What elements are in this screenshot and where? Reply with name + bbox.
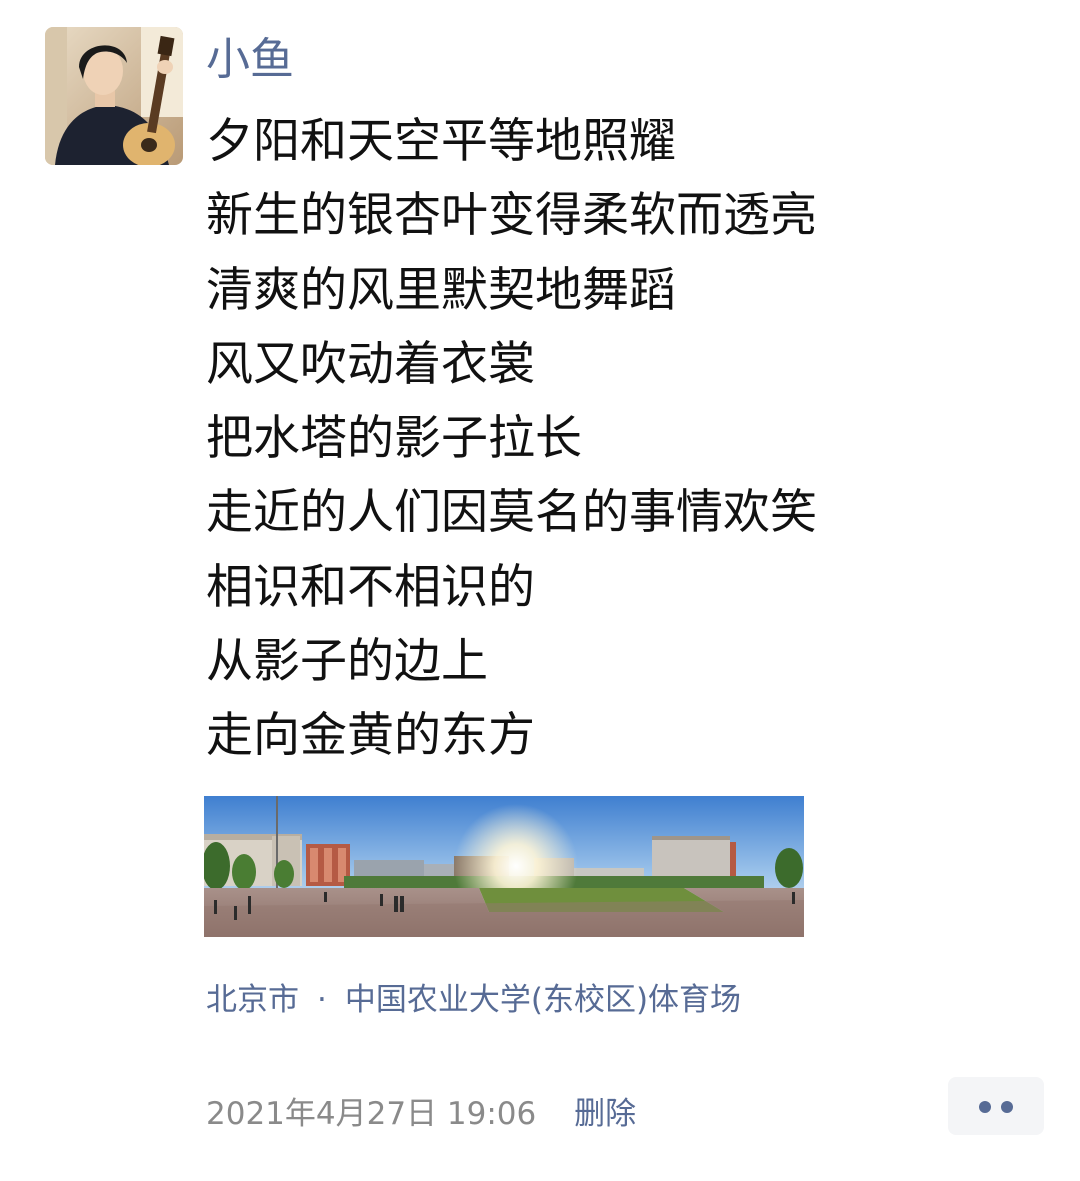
- post-line: 相识和不相识的: [206, 559, 535, 615]
- post-footer: 2021年4月27日 19:06 删除: [206, 1090, 636, 1138]
- post-line: 走向金黄的东方: [206, 708, 535, 764]
- post-line: 把水塔的影子拉长: [206, 411, 582, 467]
- more-options-button[interactable]: [948, 1077, 1044, 1135]
- delete-button[interactable]: 删除: [574, 1096, 636, 1132]
- post-text: 夕阳和天空平等地照耀 新生的银杏叶变得柔软而透亮 清爽的风里默契地舞蹈 风又吹动…: [206, 105, 1026, 774]
- post-line: 夕阳和天空平等地照耀: [206, 114, 676, 169]
- author-name[interactable]: 小鱼: [206, 28, 294, 92]
- more-dots-icon: [979, 1101, 991, 1113]
- post-line: 从影子的边上: [206, 634, 488, 690]
- post-timestamp: 2021年4月27日 19:06: [206, 1096, 537, 1132]
- moments-post: 小鱼 夕阳和天空平等地照耀 新生的银杏叶变得柔软而透亮 清爽的风里默契地舞蹈 风…: [0, 0, 1080, 1181]
- post-line: 清爽的风里默契地舞蹈: [206, 262, 676, 318]
- panorama-image: [204, 796, 804, 937]
- avatar-image: [45, 27, 183, 165]
- post-line: 新生的银杏叶变得柔软而透亮: [206, 188, 817, 244]
- more-dots-icon: [1001, 1101, 1013, 1113]
- location-place: 中国农业大学(东校区)体育场: [344, 982, 742, 1018]
- location-separator: ·: [317, 982, 327, 1018]
- avatar[interactable]: [45, 27, 183, 165]
- location-link[interactable]: 北京市 · 中国农业大学(东校区)体育场: [206, 976, 741, 1024]
- post-photo[interactable]: [204, 796, 804, 937]
- post-line: 风又吹动着衣裳: [206, 336, 535, 392]
- location-city: 北京市: [206, 982, 299, 1018]
- post-line: 走近的人们因莫名的事情欢笑: [206, 485, 817, 541]
